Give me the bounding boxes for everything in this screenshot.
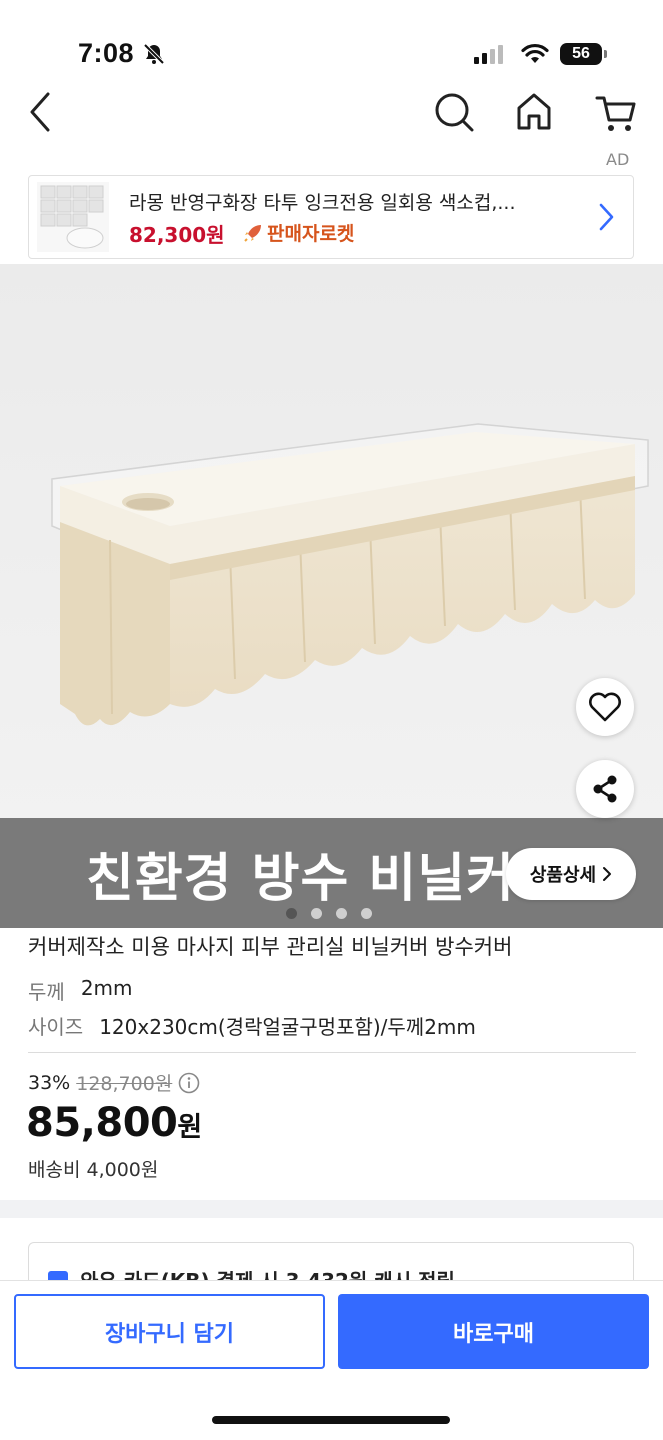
search-icon[interactable] bbox=[432, 88, 476, 136]
discount-rate: 33% bbox=[28, 1071, 71, 1094]
product-image-carousel[interactable]: 친환경 방수 비닐커 상품상세 bbox=[0, 264, 663, 928]
sale-price: 85,800원 bbox=[26, 1100, 202, 1146]
ad-banner[interactable]: 라몽 반영구화장 타투 잉크전용 일회용 색소컵,... 82,300원 판매자… bbox=[28, 175, 634, 259]
discount-row: 33% 128,700원 bbox=[28, 1069, 200, 1096]
signal-icon bbox=[474, 44, 503, 64]
chevron-right-icon bbox=[599, 203, 614, 231]
heart-icon bbox=[589, 692, 621, 722]
ad-rocket-badge: 판매자로켓 bbox=[243, 219, 354, 246]
product-detail-button[interactable]: 상품상세 bbox=[506, 848, 636, 900]
ad-price: 82,300원 bbox=[129, 223, 225, 247]
image-caption: 친환경 방수 비닐커 bbox=[86, 849, 515, 909]
carousel-dot bbox=[286, 908, 297, 919]
rocket-icon bbox=[244, 224, 261, 242]
share-icon bbox=[593, 775, 617, 803]
carousel-dot bbox=[336, 908, 347, 919]
section-separator bbox=[0, 1200, 663, 1218]
price-number: 85,800 bbox=[26, 1100, 178, 1146]
home-icon[interactable] bbox=[514, 88, 554, 136]
product-title: 커버제작소 미용 마사지 피부 관리실 비닐커버 방수커버 bbox=[28, 935, 513, 959]
add-to-cart-button[interactable]: 장바구니 담기 bbox=[14, 1294, 325, 1369]
battery-indicator: 56 bbox=[560, 43, 602, 65]
share-button[interactable] bbox=[576, 760, 634, 818]
price-unit: 원 bbox=[177, 1112, 202, 1143]
shipping-fee: 배송비 4,000원 bbox=[28, 1159, 159, 1181]
ad-label: AD bbox=[606, 150, 630, 169]
info-icon[interactable] bbox=[178, 1072, 200, 1094]
chevron-right-icon bbox=[603, 867, 612, 881]
battery-cap bbox=[604, 50, 607, 58]
bell-muted-icon bbox=[143, 43, 165, 65]
original-price: 128,700원 bbox=[76, 1073, 173, 1095]
carousel-dot bbox=[311, 908, 322, 919]
product-detail-label: 상품상세 bbox=[529, 865, 597, 886]
status-time: 7:08 bbox=[78, 38, 135, 68]
option-value: 120x230cm(경락얼굴구멍포함)/두께2mm bbox=[99, 1015, 476, 1039]
option-thickness[interactable]: 두께 2mm bbox=[28, 976, 133, 1005]
buy-now-button[interactable]: 바로구매 bbox=[338, 1294, 649, 1369]
option-key: 사이즈 bbox=[28, 1015, 84, 1039]
ad-thumbnail bbox=[37, 182, 109, 252]
wifi-icon bbox=[521, 43, 549, 63]
cart-icon[interactable] bbox=[594, 88, 638, 136]
back-chevron-icon[interactable] bbox=[26, 88, 54, 136]
option-size[interactable]: 사이즈 120x230cm(경락얼굴구멍포함)/두께2mm bbox=[28, 1011, 476, 1040]
carousel-dot bbox=[361, 908, 372, 919]
ad-badge-label: 판매자로켓 bbox=[267, 223, 355, 245]
top-nav bbox=[0, 80, 663, 144]
option-value: 2mm bbox=[80, 976, 133, 1000]
option-key: 두께 bbox=[28, 980, 65, 1004]
wishlist-button[interactable] bbox=[576, 678, 634, 736]
carousel-dots bbox=[286, 908, 372, 919]
divider bbox=[28, 1052, 636, 1053]
ad-title: 라몽 반영구화장 타투 잉크전용 일회용 색소컵,... bbox=[129, 192, 516, 214]
home-indicator bbox=[212, 1416, 450, 1424]
